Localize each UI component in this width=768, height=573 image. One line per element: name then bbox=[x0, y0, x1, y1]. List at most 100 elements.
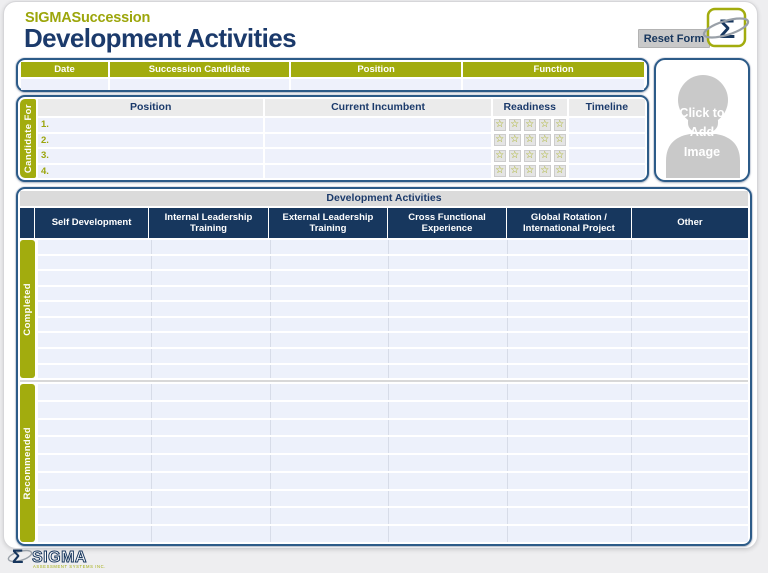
readiness-star-button[interactable]: ☆ bbox=[554, 119, 566, 131]
dev-activity-cell[interactable] bbox=[389, 384, 508, 400]
readiness-star-button[interactable]: ☆ bbox=[509, 119, 521, 131]
readiness-star-button[interactable]: ☆ bbox=[524, 119, 536, 131]
dev-activity-cell[interactable] bbox=[152, 287, 271, 301]
dev-activity-cell[interactable] bbox=[152, 402, 271, 418]
dev-activity-cell[interactable] bbox=[271, 384, 390, 400]
dev-activity-cell[interactable] bbox=[152, 271, 271, 285]
dev-activity-cell[interactable] bbox=[38, 455, 152, 471]
dev-activity-cell[interactable] bbox=[271, 437, 390, 453]
info-input-date[interactable] bbox=[21, 79, 108, 90]
dev-activity-cell[interactable] bbox=[632, 384, 748, 400]
dev-activity-cell[interactable] bbox=[508, 333, 632, 347]
candidate-incumbent-input[interactable] bbox=[265, 165, 490, 179]
dev-activity-cell[interactable] bbox=[508, 256, 632, 270]
dev-activity-cell[interactable] bbox=[271, 318, 390, 332]
readiness-star-button[interactable]: ☆ bbox=[539, 165, 551, 177]
timeline-input[interactable] bbox=[569, 118, 645, 132]
photo-upload-box[interactable]: Click to Add Image bbox=[654, 58, 750, 182]
dev-activity-cell[interactable] bbox=[389, 473, 508, 489]
dev-activity-cell[interactable] bbox=[632, 365, 748, 379]
dev-activity-cell[interactable] bbox=[389, 526, 508, 542]
timeline-input[interactable] bbox=[569, 165, 645, 179]
dev-activity-cell[interactable] bbox=[152, 491, 271, 507]
dev-activity-cell[interactable] bbox=[271, 455, 390, 471]
timeline-input[interactable] bbox=[569, 134, 645, 148]
dev-activity-cell[interactable] bbox=[152, 437, 271, 453]
dev-activity-cell[interactable] bbox=[632, 473, 748, 489]
readiness-star-button[interactable]: ☆ bbox=[539, 150, 551, 162]
dev-activity-cell[interactable] bbox=[38, 508, 152, 524]
dev-activity-cell[interactable] bbox=[508, 508, 632, 524]
dev-activity-cell[interactable] bbox=[508, 455, 632, 471]
dev-activity-cell[interactable] bbox=[38, 365, 152, 379]
dev-activity-cell[interactable] bbox=[508, 287, 632, 301]
dev-activity-cell[interactable] bbox=[38, 287, 152, 301]
dev-activity-cell[interactable] bbox=[152, 349, 271, 363]
dev-activity-cell[interactable] bbox=[508, 437, 632, 453]
dev-activity-cell[interactable] bbox=[152, 455, 271, 471]
dev-activity-cell[interactable] bbox=[389, 365, 508, 379]
dev-activity-cell[interactable] bbox=[632, 287, 748, 301]
readiness-star-button[interactable]: ☆ bbox=[539, 134, 551, 146]
dev-activity-cell[interactable] bbox=[152, 333, 271, 347]
readiness-star-button[interactable]: ☆ bbox=[494, 134, 506, 146]
dev-activity-cell[interactable] bbox=[38, 318, 152, 332]
readiness-star-button[interactable]: ☆ bbox=[494, 119, 506, 131]
dev-activity-cell[interactable] bbox=[632, 420, 748, 436]
dev-activity-cell[interactable] bbox=[632, 491, 748, 507]
dev-activity-cell[interactable] bbox=[508, 349, 632, 363]
dev-activity-cell[interactable] bbox=[389, 349, 508, 363]
dev-activity-cell[interactable] bbox=[389, 271, 508, 285]
dev-activity-cell[interactable] bbox=[152, 256, 271, 270]
info-input-position[interactable] bbox=[291, 79, 461, 90]
dev-activity-cell[interactable] bbox=[152, 526, 271, 542]
dev-activity-cell[interactable] bbox=[38, 384, 152, 400]
dev-activity-cell[interactable] bbox=[389, 402, 508, 418]
dev-activity-cell[interactable] bbox=[389, 287, 508, 301]
readiness-star-button[interactable]: ☆ bbox=[509, 165, 521, 177]
dev-activity-cell[interactable] bbox=[632, 302, 748, 316]
dev-activity-cell[interactable] bbox=[389, 420, 508, 436]
readiness-star-button[interactable]: ☆ bbox=[524, 165, 536, 177]
dev-activity-cell[interactable] bbox=[271, 365, 390, 379]
dev-activity-cell[interactable] bbox=[632, 318, 748, 332]
dev-activity-cell[interactable] bbox=[271, 473, 390, 489]
dev-activity-cell[interactable] bbox=[389, 437, 508, 453]
dev-activity-cell[interactable] bbox=[38, 240, 152, 254]
dev-activity-cell[interactable] bbox=[632, 455, 748, 471]
dev-activity-cell[interactable] bbox=[271, 349, 390, 363]
dev-activity-cell[interactable] bbox=[389, 491, 508, 507]
readiness-star-button[interactable]: ☆ bbox=[524, 150, 536, 162]
dev-activity-cell[interactable] bbox=[271, 271, 390, 285]
readiness-star-button[interactable]: ☆ bbox=[539, 119, 551, 131]
dev-activity-cell[interactable] bbox=[508, 420, 632, 436]
dev-activity-cell[interactable] bbox=[632, 508, 748, 524]
dev-activity-cell[interactable] bbox=[632, 437, 748, 453]
dev-activity-cell[interactable] bbox=[271, 302, 390, 316]
dev-activity-cell[interactable] bbox=[271, 333, 390, 347]
dev-activity-cell[interactable] bbox=[152, 302, 271, 316]
dev-activity-cell[interactable] bbox=[152, 420, 271, 436]
info-input-function[interactable] bbox=[463, 79, 644, 90]
dev-activity-cell[interactable] bbox=[508, 318, 632, 332]
candidate-position-input[interactable]: 4. bbox=[38, 165, 263, 179]
readiness-star-button[interactable]: ☆ bbox=[554, 150, 566, 162]
dev-activity-cell[interactable] bbox=[632, 240, 748, 254]
readiness-star-button[interactable]: ☆ bbox=[554, 134, 566, 146]
dev-activity-cell[interactable] bbox=[508, 240, 632, 254]
reset-form-button[interactable]: Reset Form bbox=[638, 29, 710, 48]
candidate-position-input[interactable]: 1. bbox=[38, 118, 263, 132]
dev-activity-cell[interactable] bbox=[152, 318, 271, 332]
dev-activity-cell[interactable] bbox=[389, 256, 508, 270]
dev-activity-cell[interactable] bbox=[38, 473, 152, 489]
dev-activity-cell[interactable] bbox=[271, 420, 390, 436]
dev-activity-cell[interactable] bbox=[508, 271, 632, 285]
dev-activity-cell[interactable] bbox=[38, 402, 152, 418]
dev-activity-cell[interactable] bbox=[152, 384, 271, 400]
candidate-incumbent-input[interactable] bbox=[265, 134, 490, 148]
dev-activity-cell[interactable] bbox=[508, 384, 632, 400]
dev-activity-cell[interactable] bbox=[38, 437, 152, 453]
dev-activity-cell[interactable] bbox=[389, 318, 508, 332]
dev-activity-cell[interactable] bbox=[271, 402, 390, 418]
candidate-position-input[interactable]: 2. bbox=[38, 134, 263, 148]
